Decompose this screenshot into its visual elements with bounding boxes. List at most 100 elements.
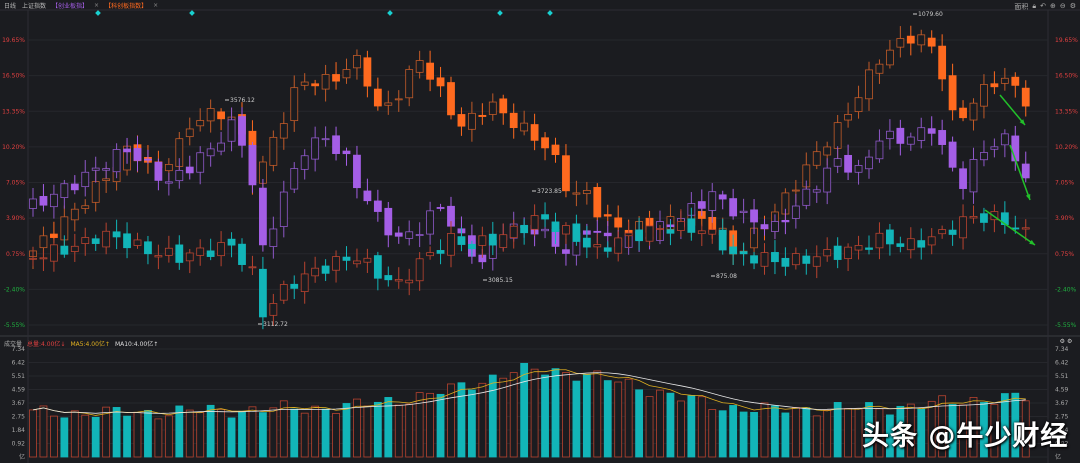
volume-bar <box>29 409 37 458</box>
candle-teal <box>363 257 372 263</box>
candle-teal <box>980 213 988 223</box>
candle-teal <box>760 252 769 267</box>
candle-teal <box>572 223 581 242</box>
candle-teal <box>520 224 529 234</box>
volume-bar <box>854 408 863 458</box>
candle-orange <box>990 83 999 88</box>
volume-bar <box>760 402 769 458</box>
candle-purple <box>321 138 330 141</box>
candle-orange <box>896 38 905 48</box>
candle-teal <box>405 279 414 284</box>
volume-bar <box>812 415 821 458</box>
volume-bar <box>614 381 623 458</box>
candle-teal <box>896 243 905 247</box>
candle-purple <box>729 198 738 217</box>
candle-orange <box>551 144 560 156</box>
candle-teal <box>60 245 69 255</box>
price-annotation: 3112.72 <box>263 321 288 328</box>
volume-tick-left: 6.42 <box>12 360 26 367</box>
candle-teal <box>781 257 790 267</box>
candle-purple <box>332 135 340 154</box>
candle-purple <box>436 207 445 209</box>
candle-orange <box>217 111 226 120</box>
volume-bar <box>363 405 372 458</box>
volume-bar <box>457 382 466 458</box>
candle-orange <box>342 69 351 79</box>
volume-bar <box>311 405 320 458</box>
candle-teal <box>802 255 811 264</box>
candle-teal <box>969 216 978 219</box>
volume-settings-icon: ⚙ ⚙ <box>1060 338 1073 345</box>
candle-teal <box>666 229 675 234</box>
candle-teal <box>635 229 643 242</box>
candle-orange <box>541 137 549 149</box>
volume-bar <box>656 389 664 458</box>
candle-orange <box>196 120 205 127</box>
candle-orange <box>823 146 832 156</box>
candle-orange <box>1000 77 1009 84</box>
candle-teal <box>91 238 100 244</box>
candle-orange <box>185 128 194 138</box>
volume-bar <box>269 407 278 458</box>
candle-orange <box>405 69 414 99</box>
volume-bar <box>39 405 48 458</box>
volume-bar <box>467 389 476 458</box>
candle-purple <box>927 128 936 134</box>
candle-orange <box>363 57 372 87</box>
candle-purple <box>258 187 267 246</box>
volume-header: 成交量 总量:4.00亿↓ MA5:4.00亿↑ MA10:4.00亿↑ <box>4 339 158 348</box>
candle-purple <box>60 183 69 198</box>
candle-teal <box>582 237 591 248</box>
volume-bar <box>781 412 790 458</box>
candle-teal <box>488 233 497 246</box>
volume-tick-right: 7.34 <box>1055 346 1069 353</box>
candle-teal <box>854 245 863 251</box>
volume-ma5: MA5:4.00亿↑ <box>70 341 110 348</box>
volume-bar <box>677 400 685 458</box>
volume-bar <box>844 408 852 458</box>
candle-teal <box>227 238 236 246</box>
candle-teal <box>478 235 487 246</box>
volume-bar <box>196 412 205 458</box>
watermark: 头条 @牛少财经 <box>862 421 1069 452</box>
volume-bar <box>551 368 560 458</box>
volume-bar <box>185 409 194 458</box>
volume-bar <box>123 415 131 458</box>
candle-orange <box>394 98 403 101</box>
volume-bar <box>81 414 90 458</box>
candle-teal <box>906 238 915 251</box>
candle-purple <box>29 198 37 209</box>
y-tick-label-right: 16.50% <box>1055 73 1078 80</box>
candle-orange <box>614 217 623 228</box>
volume-bar <box>405 403 414 458</box>
candle-teal <box>279 284 288 301</box>
candle-orange <box>812 151 821 166</box>
volume-bar <box>520 362 529 458</box>
volume-bar <box>436 393 445 458</box>
candlestick-chart[interactable]: 19.65% 19.65% 16.50% 16.50% 13.35% 13.35% 10.2… <box>0 0 1080 463</box>
candle-teal <box>269 303 278 316</box>
volume-bar <box>624 378 633 458</box>
candle-teal <box>50 244 58 262</box>
candle-teal <box>164 247 173 256</box>
candle-teal <box>196 247 205 256</box>
price-annotation: 3576.12 <box>230 97 255 104</box>
candle-teal <box>415 258 424 282</box>
candle-purple <box>175 170 184 182</box>
volume-bar <box>91 416 100 458</box>
candle-orange <box>875 63 884 74</box>
volume-bar <box>415 392 424 458</box>
candle-teal <box>624 232 633 237</box>
volume-bar <box>593 370 602 458</box>
candle-teal <box>603 247 612 252</box>
candle-purple <box>394 232 403 237</box>
volume-tick-left: 亿 <box>19 453 25 461</box>
candle-purple <box>311 137 320 160</box>
candle-purple <box>144 158 152 161</box>
volume-bar <box>603 380 612 458</box>
candle-purple <box>269 228 278 247</box>
candle-teal <box>258 268 267 318</box>
candle-teal <box>927 236 936 246</box>
volume-bar <box>133 412 142 458</box>
candle-purple <box>81 171 90 188</box>
